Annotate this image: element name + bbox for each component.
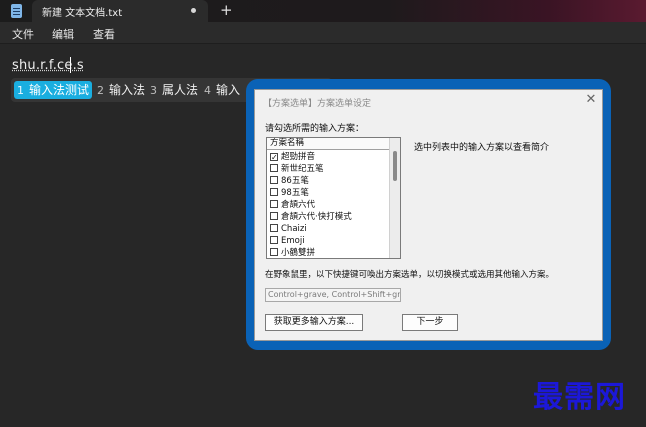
- checkbox[interactable]: [270, 236, 278, 244]
- candidate-4[interactable]: 4 输入: [201, 81, 243, 99]
- candidate-2[interactable]: 2 输入法: [94, 81, 148, 99]
- scheme-settings-dialog: 【方案选单】方案选单设定 ✕ 请勾选所需的输入方案： 方案名稱 ✓ 超勁拼音 新世…: [254, 89, 603, 341]
- scheme-label: 倉頡六代: [281, 200, 316, 210]
- next-button[interactable]: 下一步: [402, 314, 458, 331]
- list-item[interactable]: 86五笔: [270, 175, 309, 187]
- scheme-label: Chaizi: [281, 224, 307, 234]
- scheme-label: 新世纪五笔: [281, 164, 324, 174]
- checkbox-checked[interactable]: ✓: [270, 153, 278, 162]
- candidate-text: 属人法: [162, 83, 199, 97]
- scheme-list[interactable]: 方案名稱 ✓ 超勁拼音 新世纪五笔 86五笔 98五笔 倉頡六代 倉頡六代·快打模…: [266, 137, 401, 259]
- checkbox[interactable]: [270, 248, 278, 256]
- close-icon[interactable]: ✕: [583, 92, 599, 108]
- candidate-1[interactable]: 1 输入法测试: [14, 81, 93, 99]
- scheme-label: 超勁拼音: [281, 152, 316, 162]
- new-tab-button[interactable]: +: [220, 1, 233, 19]
- menu-file[interactable]: 文件: [12, 26, 34, 42]
- list-item[interactable]: 倉頡六代: [270, 199, 315, 211]
- checkbox[interactable]: [270, 164, 278, 172]
- menu-bar: 文件 编辑 查看: [0, 22, 646, 44]
- list-column-header[interactable]: 方案名稱: [267, 138, 389, 150]
- list-item[interactable]: Chaizi: [270, 223, 307, 235]
- checkbox[interactable]: [270, 188, 278, 196]
- list-item[interactable]: 倉頡六代·快打模式: [270, 211, 352, 223]
- dialog-prompt: 请勾选所需的输入方案：: [265, 124, 365, 134]
- scheme-label: 86五笔: [281, 176, 309, 186]
- hotkey-field[interactable]: Control+grave, Control+Shift+grave,: [265, 288, 401, 302]
- candidate-text: 输入法: [109, 83, 146, 97]
- candidate-text: 输入法测试: [29, 83, 90, 97]
- text-caret: [70, 57, 71, 73]
- checkbox[interactable]: [270, 200, 278, 208]
- candidate-text: 输入: [216, 83, 241, 97]
- list-item[interactable]: ✓ 超勁拼音: [270, 151, 315, 163]
- list-item[interactable]: Emoji: [270, 235, 305, 247]
- scroll-thumb[interactable]: [393, 151, 397, 181]
- list-item[interactable]: 小鶴雙拼: [270, 247, 316, 258]
- candidate-number: 3: [150, 84, 157, 97]
- title-bar: 新建 文本文档.txt +: [0, 0, 646, 22]
- scheme-description: 选中列表中的输入方案以查看简介: [414, 143, 550, 153]
- scheme-label: 倉頡六代·快打模式: [281, 212, 352, 222]
- checkbox[interactable]: [270, 212, 278, 220]
- checkbox[interactable]: [270, 176, 278, 184]
- get-more-schemes-button[interactable]: 获取更多输入方案...: [265, 314, 363, 331]
- unsaved-dot-icon: [191, 8, 196, 13]
- tab-title: 新建 文本文档.txt: [42, 8, 123, 19]
- menu-edit[interactable]: 编辑: [52, 26, 74, 42]
- notepad-icon: [11, 4, 22, 18]
- dialog-title: 【方案选单】方案选单设定: [263, 99, 372, 109]
- candidate-number: 1: [17, 84, 24, 97]
- checkbox[interactable]: [270, 224, 278, 232]
- list-item[interactable]: 98五笔: [270, 187, 309, 199]
- scheme-label: 小鶴雙拼: [281, 248, 316, 258]
- scheme-label: 98五笔: [281, 188, 309, 198]
- candidate-number: 2: [97, 84, 104, 97]
- list-scrollbar[interactable]: [389, 138, 400, 258]
- scheme-label: Emoji: [281, 236, 305, 246]
- composition-text[interactable]: shu.r.f.ce.s: [12, 58, 84, 73]
- candidate-number: 4: [204, 84, 211, 97]
- candidate-3[interactable]: 3 属人法: [147, 81, 201, 99]
- menu-view[interactable]: 查看: [93, 26, 115, 42]
- watermark-logo: 最需网: [533, 380, 626, 415]
- list-item[interactable]: 新世纪五笔: [270, 163, 324, 175]
- document-tab[interactable]: 新建 文本文档.txt: [32, 0, 208, 22]
- hotkey-hint: 在野象鼠里，以下快捷键可喚出方案选单，以切换模式或选用其他输入方案。: [265, 270, 555, 280]
